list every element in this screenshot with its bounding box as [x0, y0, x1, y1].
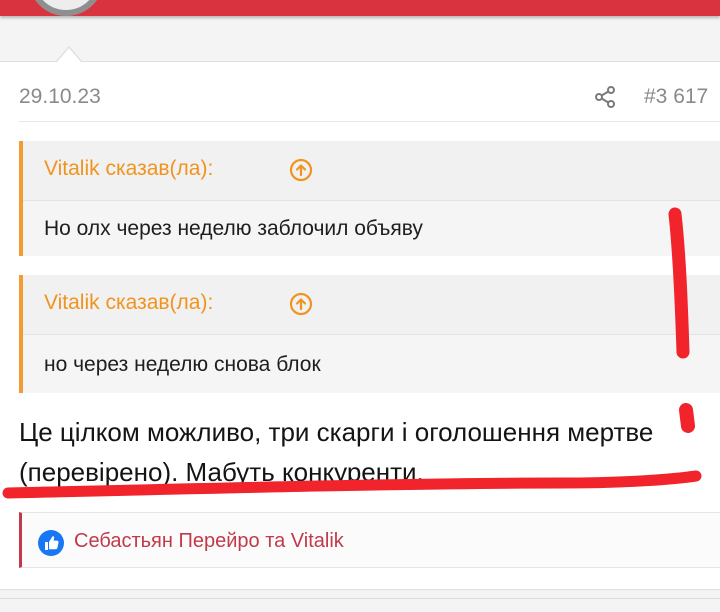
- thumbs-up-icon: [38, 530, 64, 556]
- post-number-link[interactable]: #3 617: [644, 85, 708, 109]
- reactions-bar: Себастьян Перейро та Vitalik: [19, 512, 720, 568]
- quote-text: Но олх через неделю заблочил объяву: [44, 217, 423, 240]
- quote-author-link[interactable]: Vitalik сказав(ла):: [44, 157, 213, 181]
- quote-text: но через неделю снова блок: [44, 353, 321, 376]
- arrow-up-circle-icon[interactable]: [289, 292, 313, 316]
- post-date[interactable]: 29.10.23: [19, 85, 101, 109]
- quote-author-link[interactable]: Vitalik сказав(ла):: [44, 291, 213, 315]
- post-pointer-caret-fill: [57, 48, 81, 62]
- quote-header: Vitalik сказав(ла):: [23, 275, 720, 335]
- quote-header: Vitalik сказав(ла):: [23, 141, 720, 201]
- post-header-divider: [19, 121, 720, 122]
- reaction-users-link[interactable]: Себастьян Перейро та Vitalik: [74, 530, 344, 553]
- share-icon[interactable]: [593, 85, 617, 109]
- post-bottom-divider: [0, 598, 720, 599]
- post-message-text: Це цілком можливо, три скарги і оголошен…: [19, 417, 654, 487]
- quote-block: Vitalik сказав(ла): но через неделю снов…: [19, 275, 720, 393]
- arrow-up-circle-icon[interactable]: [289, 158, 313, 182]
- site-header-bar: [0, 0, 720, 16]
- quote-block: Vitalik сказав(ла): Но олх через неделю …: [19, 141, 720, 256]
